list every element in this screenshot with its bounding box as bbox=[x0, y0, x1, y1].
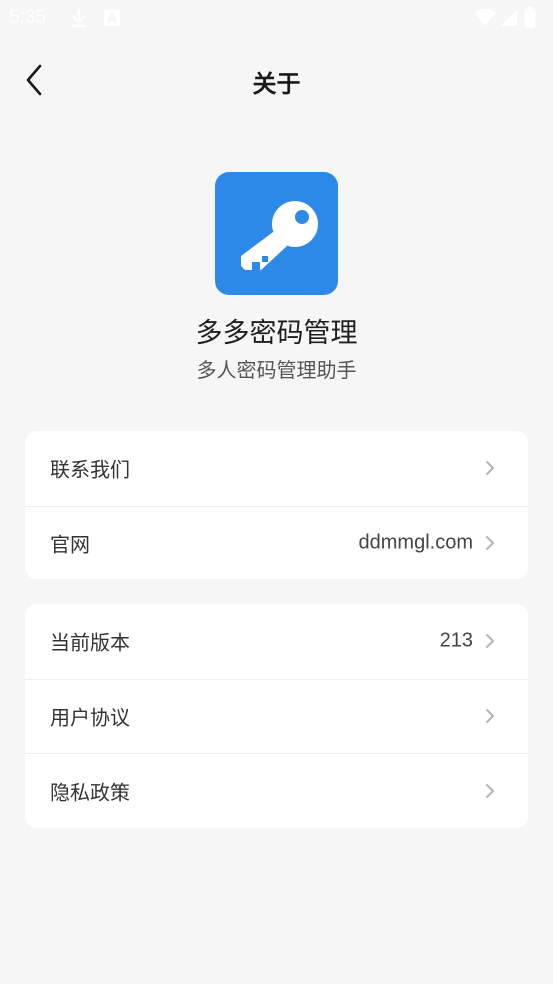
wifi-icon bbox=[474, 8, 496, 32]
row-label: 联系我们 bbox=[50, 457, 130, 482]
row-privacy-policy[interactable]: 隐私政策 bbox=[25, 753, 528, 828]
chevron-right-icon bbox=[486, 709, 494, 724]
page-title: 关于 bbox=[252, 70, 301, 98]
a-badge-icon bbox=[103, 8, 121, 33]
website-value: ddmmgl.com bbox=[358, 531, 473, 554]
version-value: 213 bbox=[439, 629, 473, 652]
chevron-right-icon bbox=[486, 783, 494, 798]
key-icon bbox=[241, 201, 318, 270]
download-icon bbox=[70, 8, 88, 33]
row-label: 当前版本 bbox=[50, 630, 130, 655]
nav-bar: 关于 bbox=[0, 48, 553, 112]
app-slogan: 多人密码管理助手 bbox=[196, 358, 357, 382]
signal-icon bbox=[500, 9, 518, 32]
row-user-agreement[interactable]: 用户协议 bbox=[25, 678, 528, 754]
row-current-version[interactable]: 当前版本 213 bbox=[25, 604, 528, 679]
app-name: 多多密码管理 bbox=[195, 318, 358, 349]
app-logo bbox=[215, 172, 338, 295]
row-contact-us[interactable]: 联系我们 bbox=[25, 431, 528, 506]
row-label: 用户协议 bbox=[50, 705, 130, 730]
status-time: 5:35 bbox=[9, 7, 46, 28]
chevron-right-icon bbox=[486, 634, 494, 649]
chevron-right-icon bbox=[486, 536, 494, 551]
chevron-right-icon bbox=[486, 461, 494, 476]
status-bar: 5:35 bbox=[0, 0, 553, 36]
settings-group-1: 联系我们 官网 ddmmgl.com bbox=[25, 431, 528, 579]
row-label: 官网 bbox=[50, 532, 90, 557]
row-website[interactable]: 官网 ddmmgl.com bbox=[25, 505, 528, 580]
settings-group-2: 当前版本 213 用户协议 隐私政策 bbox=[25, 604, 528, 828]
battery-icon bbox=[524, 7, 536, 34]
row-label: 隐私政策 bbox=[50, 780, 130, 805]
